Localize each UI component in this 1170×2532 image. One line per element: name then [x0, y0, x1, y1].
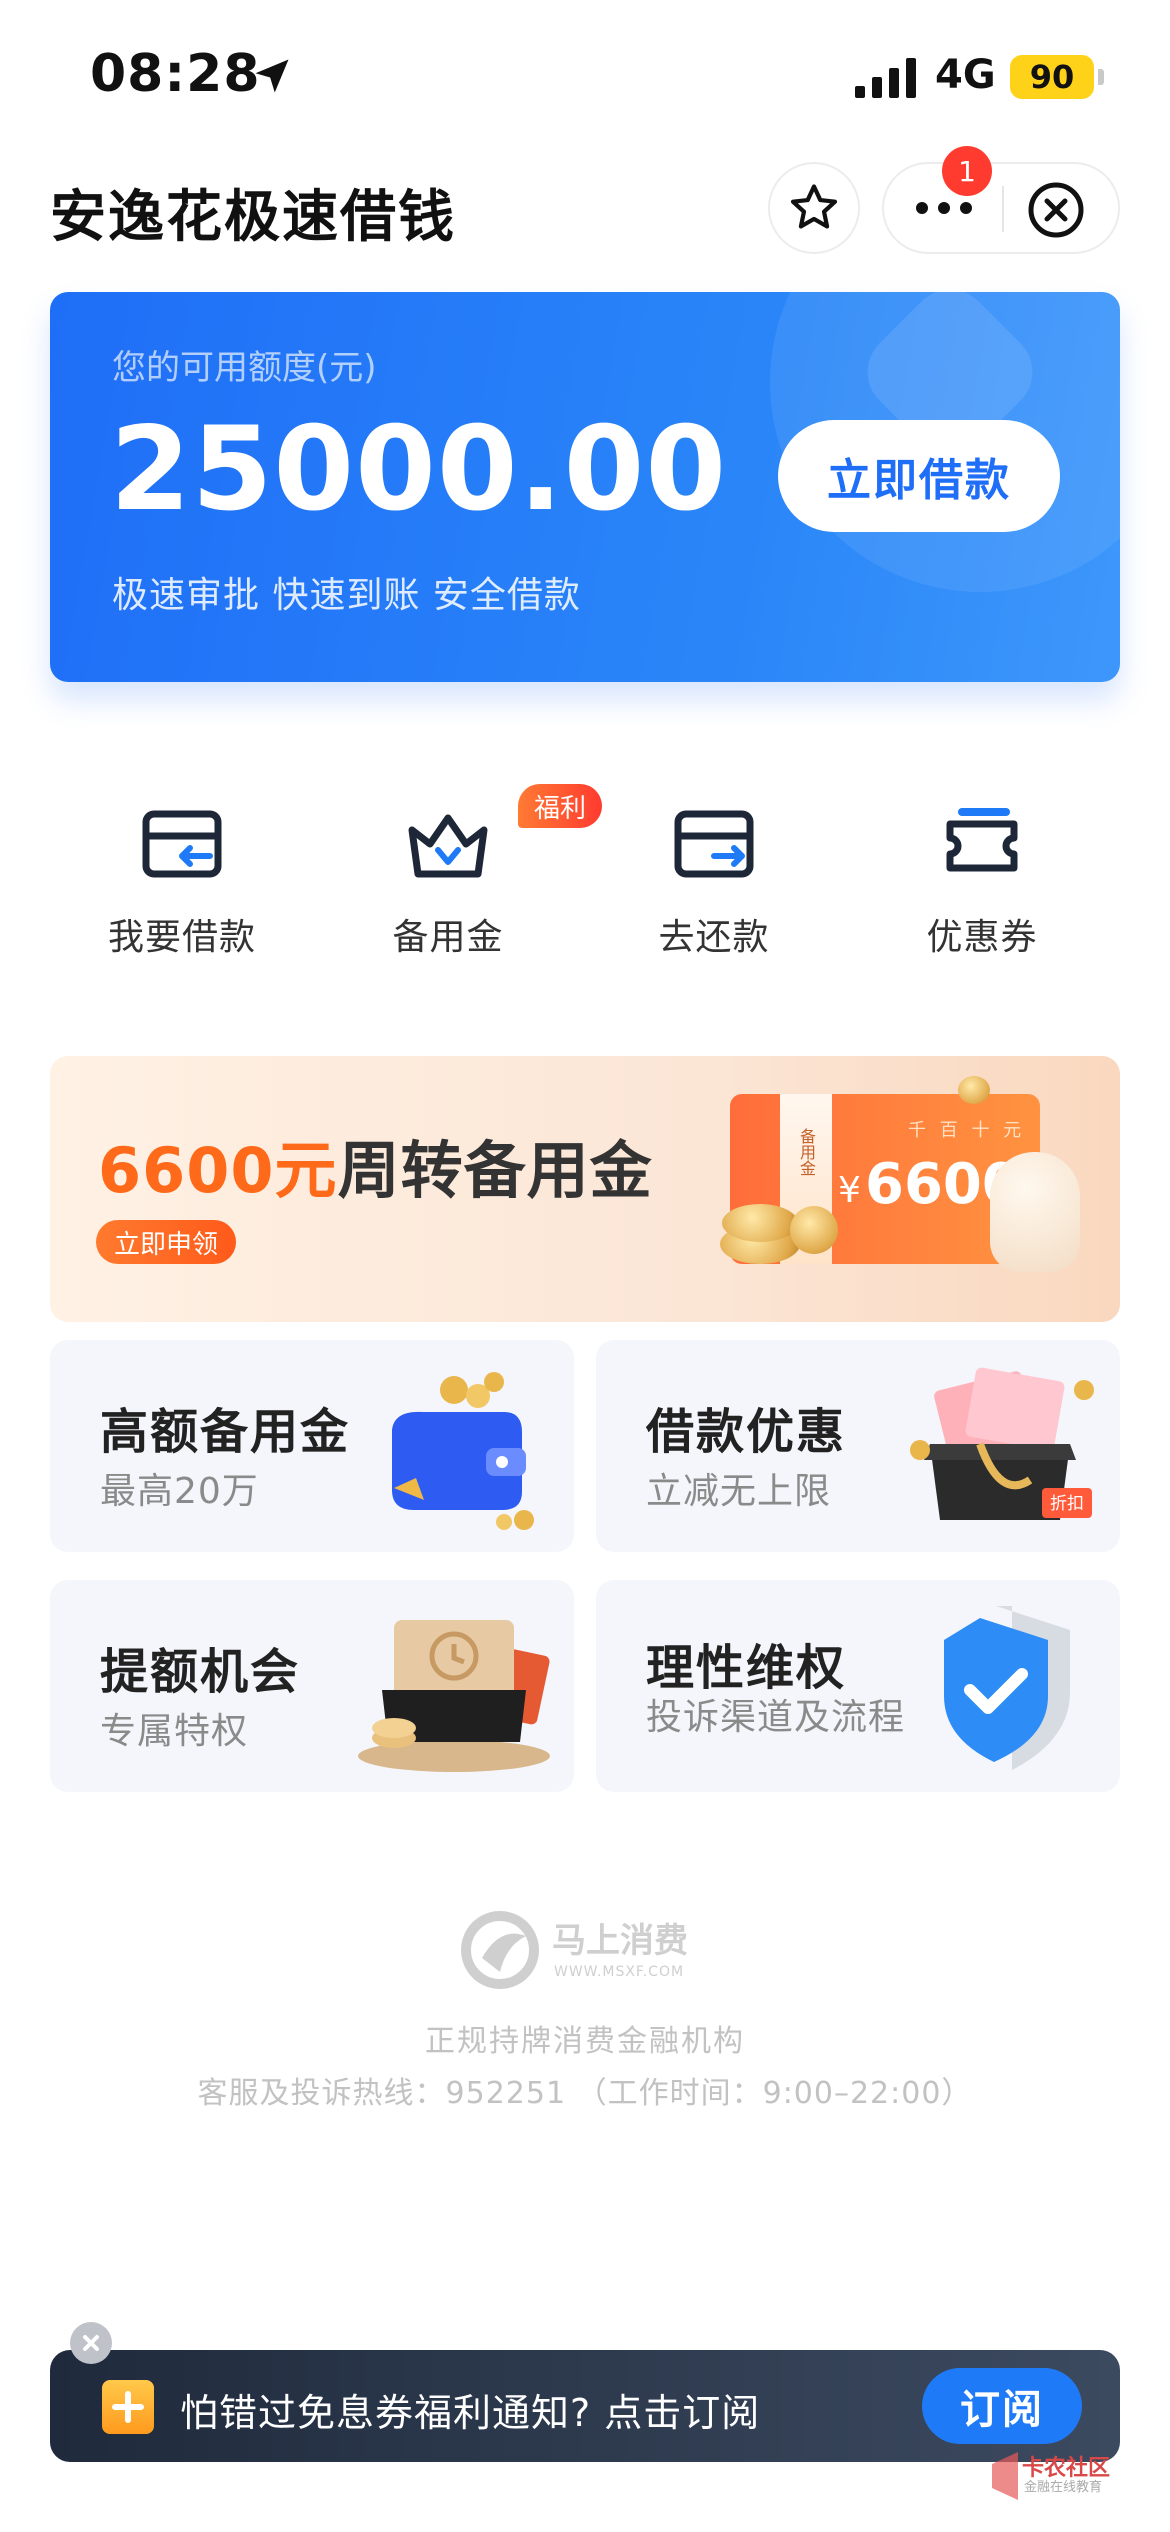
- banner-title: 6600元周转备用金: [98, 1120, 653, 1210]
- msxf-brand-logo: 马上消费 WWW.MSXF.COM: [461, 1911, 688, 1989]
- quick-action-label: 备用金: [392, 917, 504, 958]
- quick-action-borrow[interactable]: 我要借款: [62, 800, 302, 970]
- hotline-text: 客服及投诉热线：952251 （工作时间：9:00–22:00）: [197, 2076, 973, 2111]
- borrow-now-button[interactable]: 立即借款: [778, 420, 1060, 532]
- gift-box-icon: 折扣: [910, 1367, 1094, 1520]
- brand-url: WWW.MSXF.COM: [554, 1964, 684, 1980]
- feature-title: 高额备用金: [100, 1404, 351, 1460]
- plus-icon: [102, 2380, 154, 2434]
- wallet-in-icon: [142, 810, 222, 878]
- coin-icon: [958, 1076, 990, 1104]
- battery-tip: [1098, 69, 1104, 85]
- feature-card-loan-discount[interactable]: 借款优惠 立减无上限 折扣: [596, 1340, 1120, 1552]
- discount-tag: 折扣: [1050, 1494, 1084, 1514]
- feature-card-limit-increase[interactable]: 提额机会 专属特权: [50, 1580, 574, 1792]
- location-arrow-icon: [255, 59, 289, 93]
- mini-program-capsule: [882, 162, 1120, 254]
- coin-icon: [790, 1206, 838, 1254]
- credit-limit-amount: 25000.00: [110, 402, 728, 537]
- license-text: 正规持牌消费金融机构: [425, 2024, 745, 2059]
- wallet-out-icon: [674, 810, 754, 878]
- banner-title-text: 周转备用金: [337, 1134, 653, 1207]
- credit-tagline: 极速审批 快速到账 安全借款: [112, 575, 581, 616]
- credit-limit-card: 您的可用额度(元) 25000.00 极速审批 快速到账 安全借款 立即借款: [50, 292, 1120, 682]
- ticket-icon: [946, 808, 1018, 872]
- quick-action-coupons[interactable]: 优惠券: [862, 800, 1102, 970]
- credit-limit-label: 您的可用额度(元): [112, 348, 377, 388]
- red-packet-units: 千 百 十 元: [908, 1120, 1026, 1141]
- coin-icon: [722, 1204, 798, 1242]
- feature-title: 提额机会: [100, 1644, 301, 1700]
- apply-now-button[interactable]: 立即申领: [96, 1220, 237, 1264]
- feature-subtitle: 最高20万: [100, 1471, 259, 1512]
- status-bar: 08:28 4G 90: [0, 0, 1170, 150]
- feature-card-high-reserve[interactable]: 高额备用金 最高20万: [50, 1340, 574, 1552]
- quick-action-label: 去还款: [658, 917, 770, 958]
- crown-icon: [408, 814, 488, 878]
- red-packet-currency: ¥: [838, 1170, 861, 1211]
- red-packet-tag: 备用金: [797, 1128, 816, 1176]
- watermark-subtext: 金融在线教育: [1024, 2480, 1103, 2495]
- network-type: 4G: [935, 52, 996, 98]
- brand-name: 马上消费: [552, 1921, 688, 1961]
- capsule-divider: [1002, 186, 1004, 232]
- quick-action-repay[interactable]: 去还款: [594, 800, 834, 970]
- subscribe-close-button[interactable]: [70, 2322, 112, 2364]
- feature-title: 借款优惠: [646, 1404, 847, 1460]
- quick-action-label: 优惠券: [926, 917, 1038, 958]
- star-icon: [790, 184, 838, 229]
- signal-bars-icon: [855, 58, 916, 98]
- subscribe-text: 怕错过免息券福利通知? 点击订阅: [180, 2391, 761, 2435]
- purse-coins-icon: [392, 1372, 534, 1530]
- battery-indicator: 90: [1010, 55, 1094, 99]
- feature-subtitle: 投诉渠道及流程: [646, 1697, 906, 1738]
- favorite-button[interactable]: [768, 162, 860, 254]
- close-button[interactable]: [1024, 178, 1088, 242]
- feature-subtitle: 专属特权: [100, 1711, 249, 1752]
- reserve-fund-banner[interactable]: 6600元周转备用金 立即申领 备用金 千 百 十 元 ¥ 6600: [50, 1056, 1120, 1322]
- mascot-illustration: [990, 1152, 1080, 1272]
- status-time: 08:28: [90, 44, 261, 104]
- more-dots-icon: [916, 202, 972, 214]
- page-title: 安逸花极速借钱: [50, 185, 456, 250]
- shield-check-icon: [944, 1606, 1070, 1770]
- feature-card-rights-protection[interactable]: 理性维权 投诉渠道及流程: [596, 1580, 1120, 1792]
- envelope-clock-icon: [358, 1620, 550, 1772]
- notification-badge: 1: [942, 146, 992, 196]
- subscribe-button[interactable]: 订阅: [922, 2368, 1082, 2444]
- feature-subtitle: 立减无上限: [646, 1471, 832, 1512]
- close-icon: [83, 2335, 99, 2351]
- quick-action-label: 我要借款: [107, 917, 256, 958]
- welfare-badge: 福利: [518, 784, 602, 828]
- banner-amount: 6600元: [98, 1134, 338, 1207]
- subscribe-bar[interactable]: 怕错过免息券福利通知? 点击订阅 订阅: [50, 2350, 1120, 2462]
- close-circle-icon: [1028, 182, 1084, 238]
